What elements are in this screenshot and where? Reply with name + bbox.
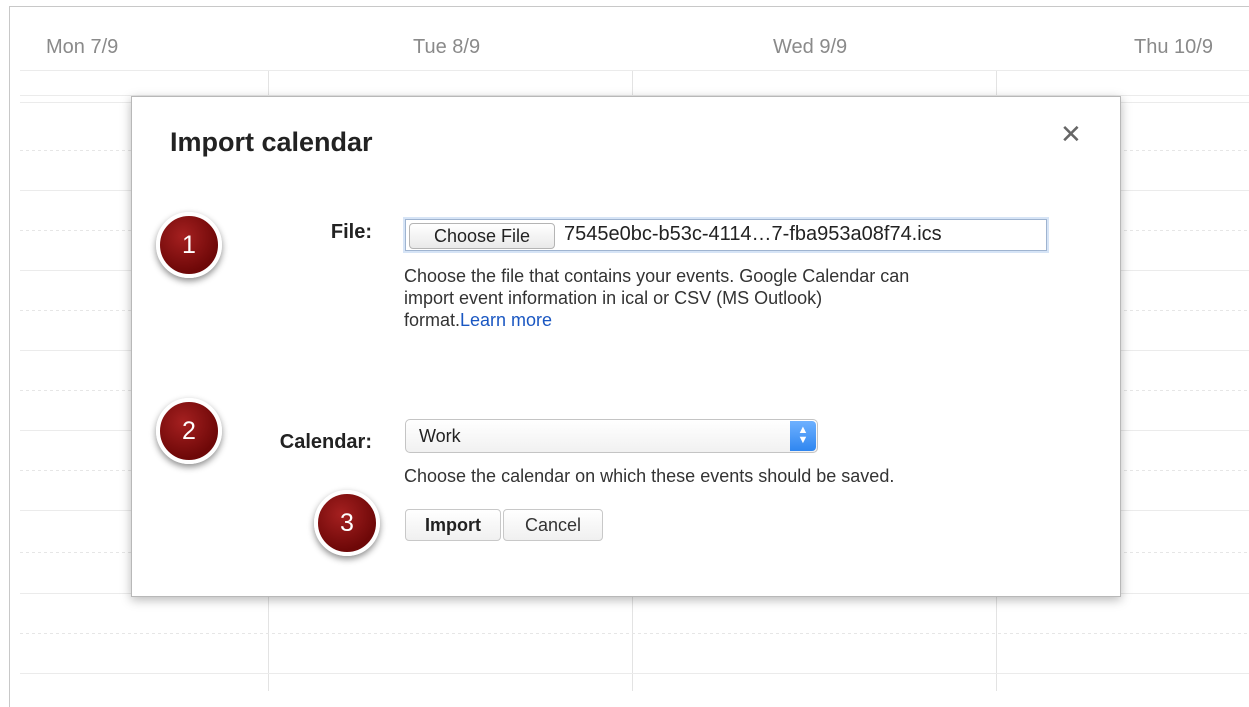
file-help-text: Choose the file that contains your event…	[404, 265, 909, 331]
select-arrows-icon: ▲ ▼	[790, 421, 816, 451]
calendar-select[interactable]: Work ▲ ▼	[405, 419, 818, 453]
file-help-line: format.	[404, 310, 461, 330]
file-input[interactable]: Choose File 7545e0bc-b53c-4114…7-fba953a…	[405, 219, 1047, 251]
day-header-mon[interactable]: Mon 7/9	[46, 36, 118, 59]
grid-line	[20, 673, 1249, 674]
step-badge-1: 1	[156, 212, 222, 278]
grid-line	[20, 70, 1249, 71]
step-badge-3: 3	[314, 490, 380, 556]
close-icon[interactable]: ✕	[1060, 121, 1082, 147]
cancel-button[interactable]: Cancel	[503, 509, 603, 541]
calendar-help-text: Choose the calendar on which these event…	[404, 466, 895, 486]
import-calendar-dialog: Import calendar ✕ File: Choose File 7545…	[131, 96, 1121, 597]
learn-more-link[interactable]: Learn more	[460, 310, 552, 330]
selected-file-name: 7545e0bc-b53c-4114…7-fba953a08f74.ics	[564, 223, 942, 245]
file-help-line: Choose the file that contains your event…	[404, 266, 910, 286]
grid-line	[20, 633, 1249, 634]
day-header-tue[interactable]: Tue 8/9	[413, 36, 480, 59]
calendar-select-value: Work	[419, 426, 461, 446]
calendar-label: Calendar:	[279, 431, 372, 453]
file-help-line: import event information in ical or CSV …	[404, 288, 823, 308]
step-badge-2: 2	[156, 398, 222, 464]
choose-file-button[interactable]: Choose File	[409, 223, 555, 249]
day-header-thu[interactable]: Thu 10/9	[1134, 36, 1213, 59]
file-label: File:	[330, 221, 372, 243]
import-button[interactable]: Import	[405, 509, 501, 541]
dialog-title: Import calendar	[170, 127, 373, 157]
day-header-wed[interactable]: Wed 9/9	[773, 36, 847, 59]
